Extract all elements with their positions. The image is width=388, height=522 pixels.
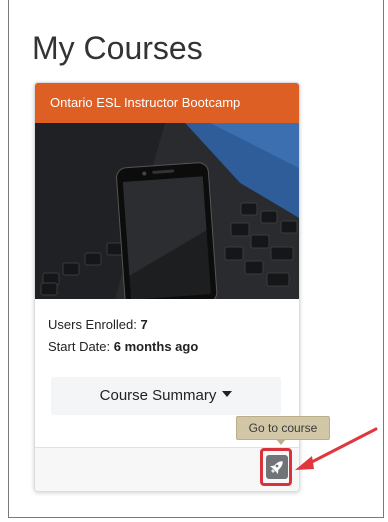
start-date: Start Date: 6 months ago xyxy=(48,339,198,354)
go-to-course-button[interactable] xyxy=(266,455,288,479)
annotation-arrow-icon xyxy=(295,427,378,470)
start-date-label: Start Date: xyxy=(48,339,111,354)
course-title[interactable]: Ontario ESL Instructor Bootcamp xyxy=(35,83,299,123)
smartphone-on-laptop-image xyxy=(35,123,299,299)
users-enrolled-value: 7 xyxy=(140,317,148,332)
tooltip-arrow xyxy=(276,439,286,445)
users-enrolled: Users Enrolled: 7 xyxy=(48,317,148,332)
page-title: My Courses xyxy=(32,30,203,66)
course-summary-button[interactable]: Course Summary xyxy=(51,377,281,415)
rocket-icon xyxy=(269,461,283,475)
course-summary-label: Course Summary xyxy=(99,387,217,404)
caret-down-icon xyxy=(222,391,233,398)
course-image[interactable] xyxy=(35,123,299,299)
start-date-value: 6 months ago xyxy=(113,339,199,354)
users-enrolled-label: Users Enrolled: xyxy=(48,317,137,332)
